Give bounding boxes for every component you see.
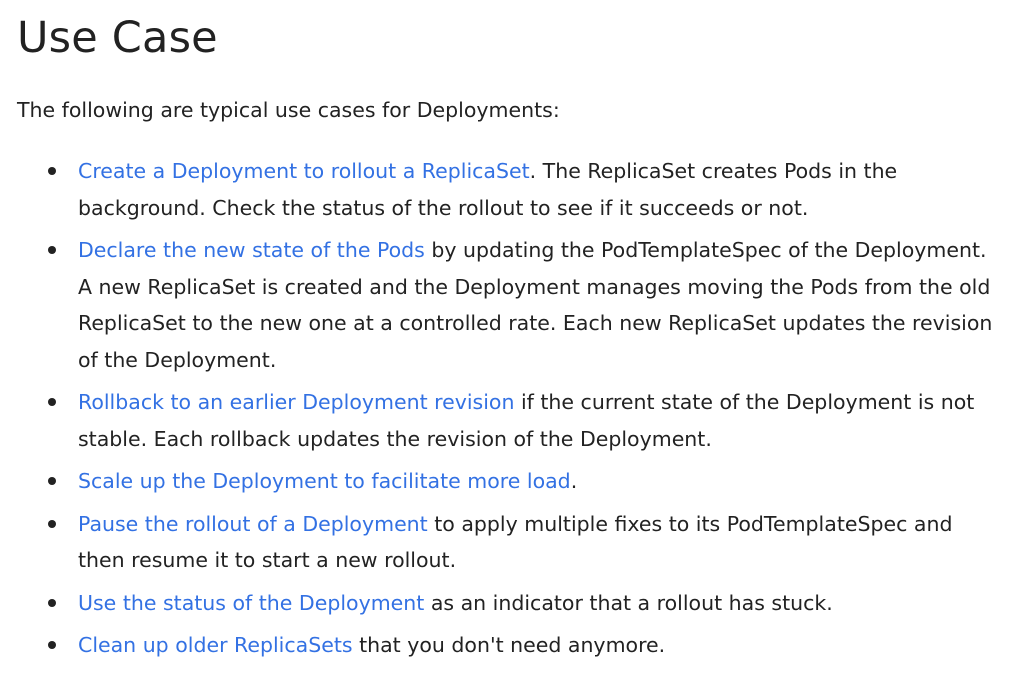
bullet-icon: [48, 167, 56, 175]
list-item: Rollback to an earlier Deployment revisi…: [42, 384, 1002, 457]
page-title: Use Case: [17, 13, 218, 63]
list-item: Scale up the Deployment to facilitate mo…: [42, 463, 1002, 500]
bullet-icon: [48, 398, 56, 406]
bullet-icon: [48, 641, 56, 649]
use-case-link-pause-rollout[interactable]: Pause the rollout of a Deployment: [78, 512, 428, 536]
list-item: Use the status of the Deployment as an i…: [42, 585, 1002, 622]
list-item: Clean up older ReplicaSets that you don'…: [42, 627, 1002, 664]
use-case-list: Create a Deployment to rollout a Replica…: [42, 153, 1002, 670]
use-case-link-create-deployment[interactable]: Create a Deployment to rollout a Replica…: [78, 159, 530, 183]
bullet-icon: [48, 477, 56, 485]
bullet-icon: [48, 598, 56, 607]
use-case-link-rollback[interactable]: Rollback to an earlier Deployment revisi…: [78, 390, 514, 414]
list-item: Declare the new state of the Pods by upd…: [42, 232, 1002, 378]
bullet-icon: [48, 519, 56, 528]
use-case-link-scale-up[interactable]: Scale up the Deployment to facilitate mo…: [78, 469, 571, 493]
list-item-text: .: [570, 469, 578, 493]
list-item: Create a Deployment to rollout a Replica…: [42, 153, 1002, 226]
use-case-link-declare-state[interactable]: Declare the new state of the Pods: [78, 238, 425, 262]
use-case-link-clean-up[interactable]: Clean up older ReplicaSets: [78, 633, 353, 657]
intro-paragraph: The following are typical use cases for …: [17, 98, 560, 122]
use-case-link-deployment-status[interactable]: Use the status of the Deployment: [78, 591, 424, 615]
list-item-text: as an indicator that a rollout has stuck…: [424, 590, 833, 615]
bullet-icon: [48, 246, 56, 254]
list-item: Pause the rollout of a Deployment to app…: [42, 506, 1002, 579]
document-page: Use Case The following are typical use c…: [0, 0, 1024, 679]
list-item-text: that you don't need anymore.: [352, 633, 666, 657]
